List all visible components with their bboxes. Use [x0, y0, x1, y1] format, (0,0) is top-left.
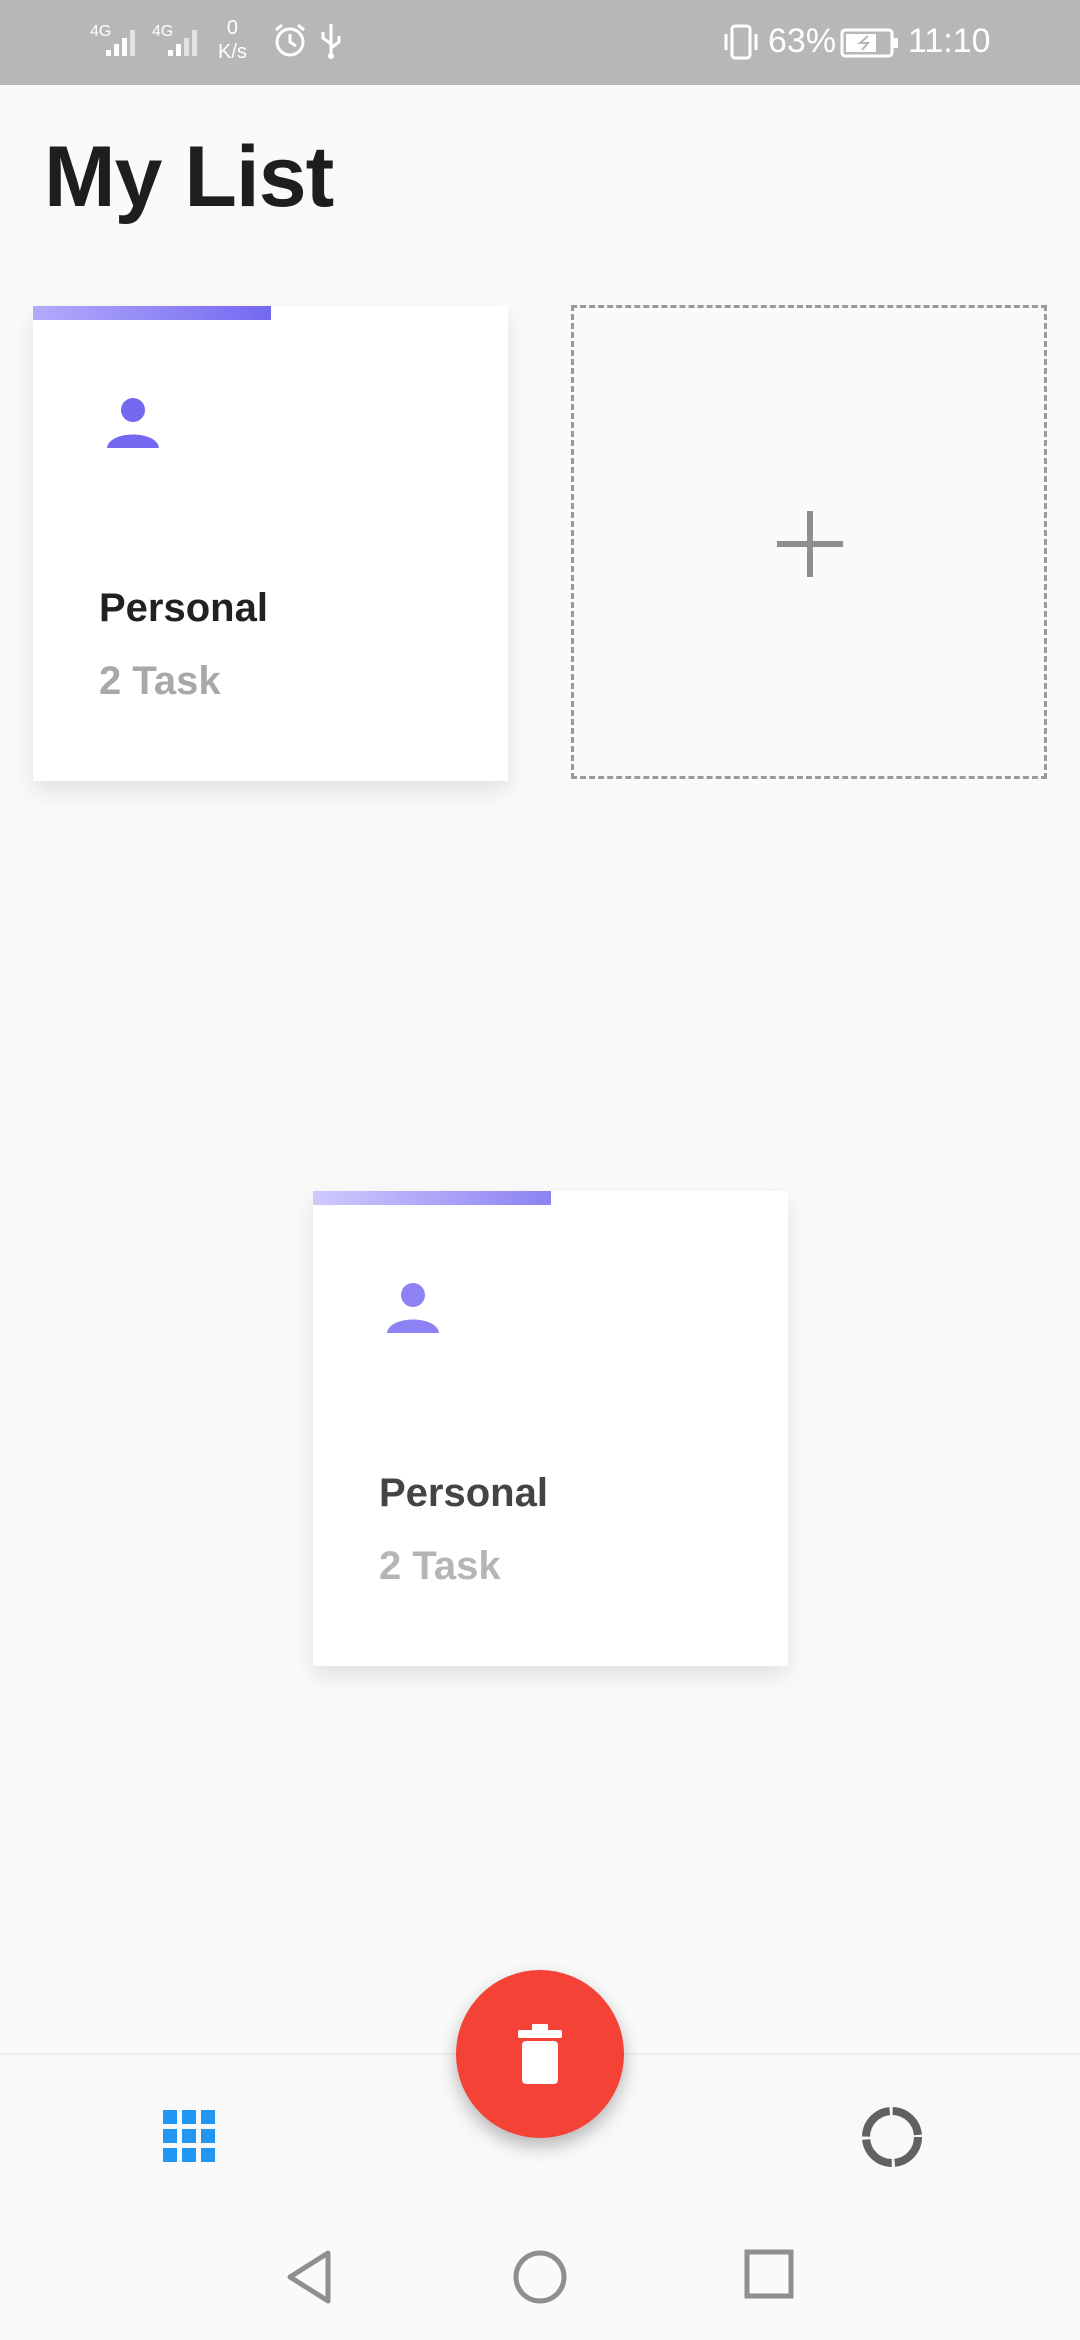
recents-icon[interactable]	[744, 2249, 794, 2299]
battery-icon	[840, 28, 898, 58]
list-card-dragging[interactable]: Personal 2 Task	[313, 1191, 788, 1666]
delete-fab[interactable]	[456, 1970, 624, 2138]
card-title: Personal	[99, 586, 268, 630]
grid-icon[interactable]	[163, 2110, 215, 2162]
signal-icon-2: 4G	[152, 23, 197, 56]
network-label-1: 4G	[90, 23, 111, 40]
card-accent-bar	[313, 1191, 551, 1205]
add-list-button[interactable]	[571, 305, 1047, 779]
battery-percent: 63%	[768, 22, 837, 60]
list-card-personal[interactable]: Personal 2 Task	[33, 306, 508, 781]
signal-icon: 4G	[90, 23, 135, 56]
network-speed-value: 0	[226, 17, 239, 39]
person-icon	[107, 398, 159, 448]
clock: 11:10	[908, 22, 991, 60]
person-icon	[387, 1283, 439, 1333]
card-accent-bar	[33, 306, 271, 320]
vibrate-icon	[724, 24, 758, 60]
page-title: My List	[44, 129, 334, 225]
trash-icon	[518, 2024, 562, 2084]
alarm-icon	[275, 23, 305, 57]
status-bar: 4G 4G 0 K/s 63% 11:10	[0, 0, 1080, 85]
plus-icon	[777, 511, 843, 577]
network-speed-unit: K/s	[218, 41, 247, 63]
network-speed: 0 K/s	[218, 16, 247, 64]
progress-icon[interactable]	[860, 2105, 924, 2169]
usb-icon	[321, 24, 341, 59]
home-icon[interactable]	[512, 2249, 568, 2305]
card-task-count: 2 Task	[379, 1544, 501, 1588]
back-icon[interactable]	[284, 2249, 336, 2305]
card-title: Personal	[379, 1471, 548, 1515]
network-label-2: 4G	[152, 23, 173, 40]
card-task-count: 2 Task	[99, 659, 221, 703]
system-nav-bar	[0, 2213, 1080, 2340]
